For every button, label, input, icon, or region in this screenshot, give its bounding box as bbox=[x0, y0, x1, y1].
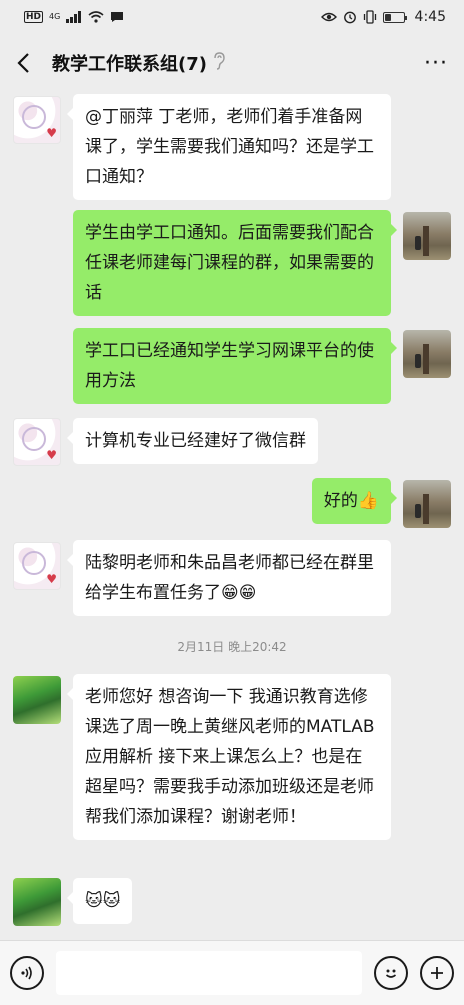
avatar[interactable]: ♥ bbox=[13, 96, 61, 144]
voice-icon bbox=[21, 966, 32, 980]
eye-icon bbox=[320, 12, 337, 22]
ear-icon bbox=[213, 52, 225, 74]
message-bubble[interactable]: @丁丽萍 丁老师，老师们着手准备网课了，学生需要我们通知吗？还是学工口通知？ bbox=[67, 94, 391, 200]
message-bubble[interactable]: 陆黎明老师和朱品昌老师都已经在群里给学生布置任务了😁😁 bbox=[67, 540, 391, 616]
chat-area[interactable]: ♥ @丁丽萍 丁老师，老师们着手准备网课了，学生需要我们通知吗？还是学工口通知？… bbox=[0, 92, 464, 940]
message-icon bbox=[111, 12, 124, 22]
more-button[interactable]: ··· bbox=[424, 51, 448, 76]
avatar[interactable] bbox=[403, 480, 451, 528]
back-button[interactable] bbox=[16, 49, 44, 77]
wifi-icon bbox=[88, 11, 104, 23]
plus-icon bbox=[431, 967, 443, 979]
status-left: HD 4G bbox=[24, 11, 124, 23]
emoji-button[interactable] bbox=[374, 956, 408, 990]
alarm-icon bbox=[343, 11, 356, 24]
battery-level bbox=[384, 13, 391, 21]
avatar[interactable] bbox=[403, 212, 451, 260]
timestamp: 2月11日 晚上20:42 bbox=[177, 640, 287, 654]
emoji-icon bbox=[385, 969, 397, 978]
message-bubble[interactable]: 学工口已经通知学生学习网课平台的使用方法 bbox=[73, 328, 397, 404]
avatar[interactable]: ♥ bbox=[13, 418, 61, 466]
message-bubble[interactable]: 好的👍 bbox=[311, 478, 398, 524]
battery-icon bbox=[382, 11, 407, 23]
voice-button[interactable] bbox=[10, 956, 44, 990]
signal-icon bbox=[66, 11, 82, 23]
avatar[interactable]: ♥ bbox=[13, 542, 61, 590]
clock: 4:45 bbox=[414, 9, 446, 25]
avatar[interactable] bbox=[13, 878, 61, 926]
message-bubble[interactable]: 学生由学工口通知。后面需要我们配合任课老师建每门课程的群，如果需要的话 bbox=[73, 210, 397, 316]
message-bubble[interactable]: 计算机专业已经建好了微信群 bbox=[67, 418, 318, 464]
plus-button[interactable] bbox=[420, 956, 454, 990]
input-bar bbox=[0, 940, 464, 1005]
chat-title[interactable]: 教学工作联系组(7) bbox=[52, 50, 207, 76]
status-bar: HD 4G 4:45 bbox=[0, 0, 464, 34]
message-bubble[interactable]: 🐱🐱 bbox=[66, 878, 133, 924]
avatar[interactable] bbox=[403, 330, 451, 378]
hd-badge: HD bbox=[24, 11, 44, 23]
avatar[interactable] bbox=[13, 676, 61, 724]
chevron-left-icon bbox=[17, 53, 29, 73]
chat-header: 教学工作联系组(7) ··· bbox=[0, 34, 464, 92]
network-type: 4G bbox=[49, 12, 61, 21]
status-right: 4:45 bbox=[320, 9, 446, 25]
message-input[interactable] bbox=[56, 951, 362, 995]
message-bubble[interactable]: 老师您好 想咨询一下 我通识教育选修课选了周一晚上黄继风老师的MATLAB 应用… bbox=[67, 674, 391, 840]
vibrate-icon bbox=[363, 10, 376, 24]
